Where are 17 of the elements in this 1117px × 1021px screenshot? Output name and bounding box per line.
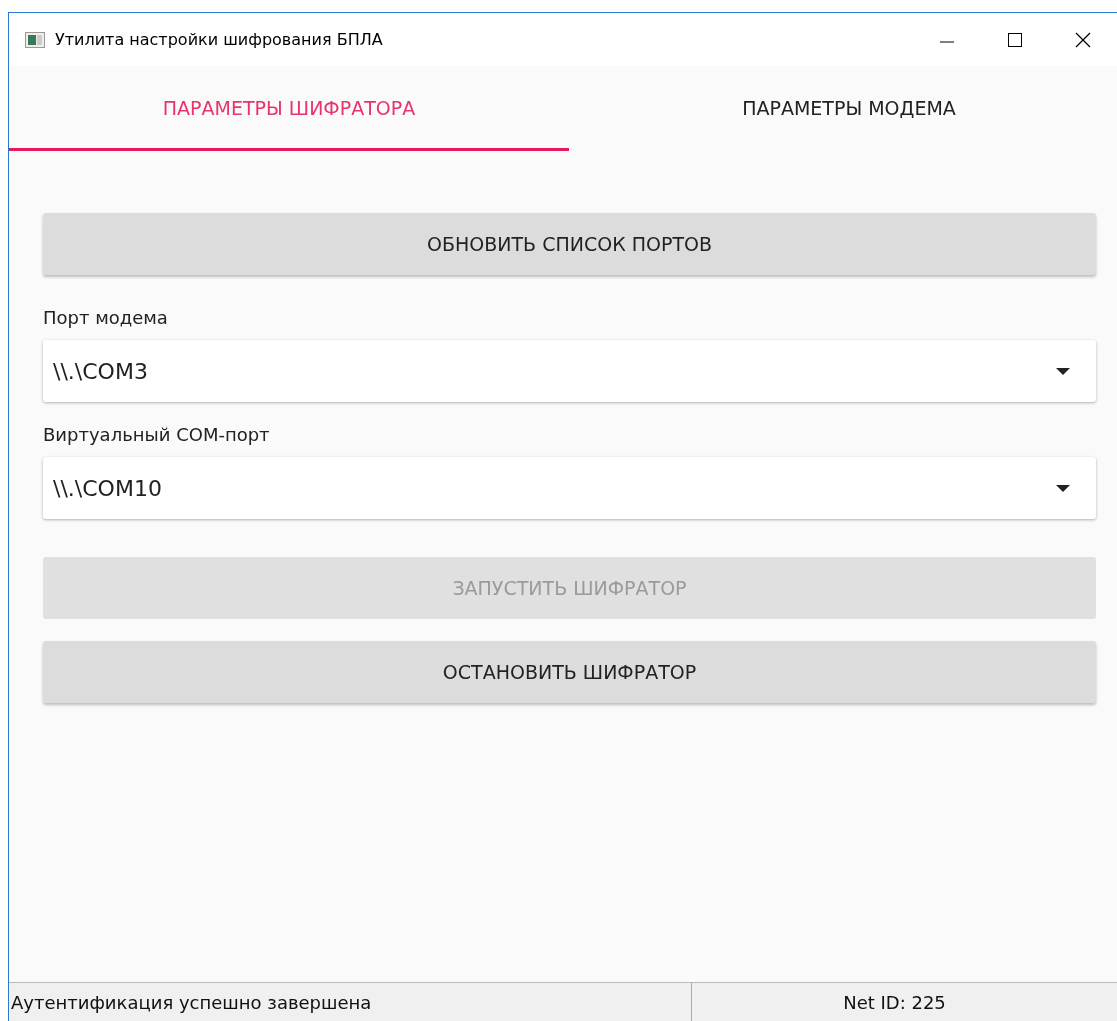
field-label: Виртуальный COM-порт <box>43 424 270 445</box>
dropdown-arrow-icon <box>1056 484 1070 492</box>
close-icon <box>1075 31 1091 48</box>
minimize-icon <box>940 40 954 43</box>
push-button[interactable]: ОБНОВИТЬ СПИСОК ПОРТОВ <box>43 213 1096 275</box>
dropdown-arrow-icon <box>1056 367 1070 375</box>
app-icon <box>25 31 45 48</box>
tab[interactable]: ПАРАМЕТРЫ МОДЕМА <box>569 66 1117 151</box>
window-title: Утилита настройки шифрования БПЛА <box>55 30 384 49</box>
port-dropdown[interactable]: \\.\COM3 <box>43 340 1096 402</box>
maximize-icon <box>1007 31 1023 48</box>
port-dropdown[interactable]: \\.\COM10 <box>43 457 1096 519</box>
status-message: Аутентификация успешно завершена <box>11 991 372 1013</box>
net-id-label: Net ID: 225 <box>843 991 946 1013</box>
push-button[interactable]: ОСТАНОВИТЬ ШИФРАТОР <box>43 641 1096 703</box>
tab[interactable]: ПАРАМЕТРЫ ШИФРАТОРА <box>9 66 569 151</box>
field-label: Порт модема <box>43 307 168 328</box>
